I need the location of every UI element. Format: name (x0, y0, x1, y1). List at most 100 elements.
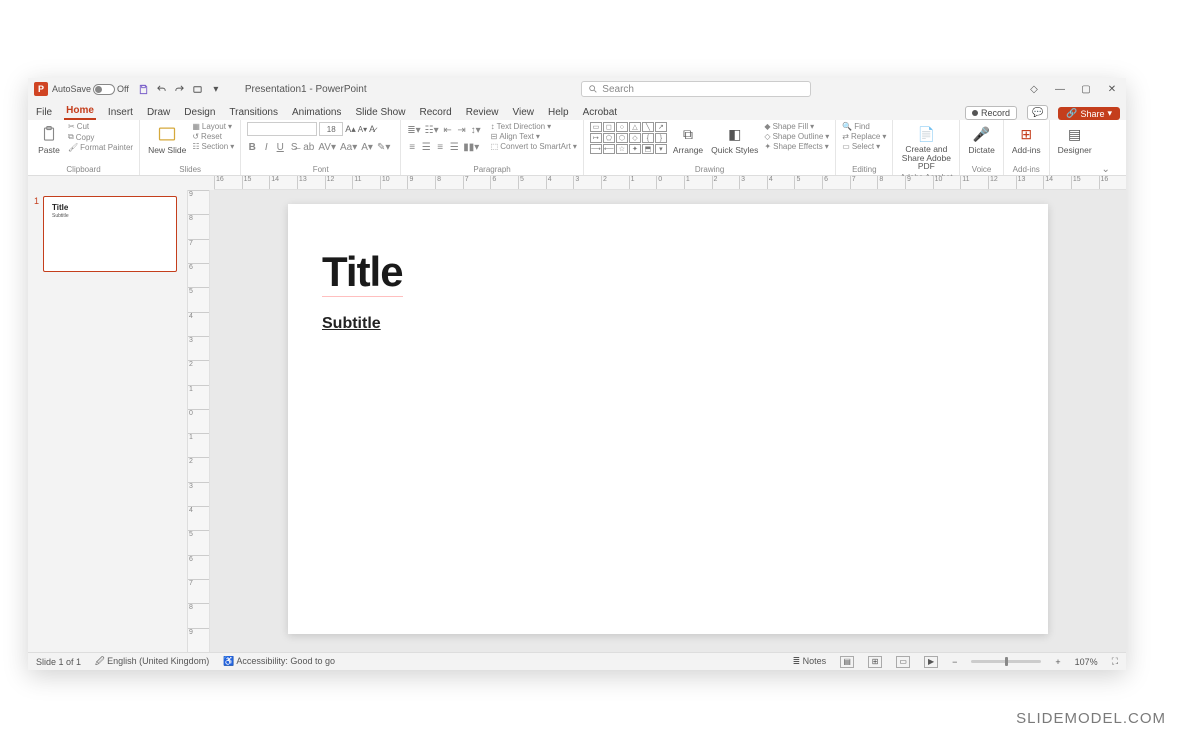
close-button[interactable]: ✕ (1104, 81, 1120, 97)
comments-button[interactable]: 💬 (1027, 105, 1048, 120)
numbering-button[interactable]: ☷▾ (425, 125, 439, 136)
copy-button[interactable]: ⧉ Copy (68, 132, 133, 142)
align-right-button[interactable]: ≡ (435, 142, 445, 153)
collapse-ribbon-button[interactable]: ⌄ (1100, 120, 1112, 175)
quick-styles-button[interactable]: ◧ Quick Styles (709, 122, 760, 157)
select-button[interactable]: ▭ Select ▾ (842, 142, 886, 151)
tab-draw[interactable]: Draw (145, 105, 172, 120)
slideshow-button[interactable]: ▶ (924, 656, 938, 668)
maximize-button[interactable]: ▢ (1078, 81, 1094, 97)
tab-help[interactable]: Help (546, 105, 571, 120)
search-input[interactable]: Search (581, 81, 811, 97)
convert-smartart-button[interactable]: ⬚ Convert to SmartArt ▾ (491, 142, 577, 151)
slide-sorter-button[interactable]: ⊞ (868, 656, 882, 668)
underline-button[interactable]: U (275, 142, 285, 153)
tab-design[interactable]: Design (182, 105, 217, 120)
replace-button[interactable]: ⇄ Replace ▾ (842, 132, 886, 141)
shapes-gallery[interactable]: ▭◻○△╲↗ ↦⬠⬡◇{} ⟶⟵☆✦⬒▾ (590, 122, 667, 154)
change-case-button[interactable]: Aa▾ (340, 142, 357, 153)
text-direction-button[interactable]: ↕ Text Direction ▾ (491, 122, 577, 131)
bullets-button[interactable]: ≣▾ (407, 125, 420, 136)
font-size-select[interactable]: 18 (319, 122, 343, 136)
autosave-toggle[interactable]: AutoSave Off (52, 84, 129, 95)
increase-indent-button[interactable]: ⇥ (457, 125, 467, 136)
tab-animations[interactable]: Animations (290, 105, 343, 120)
character-spacing-button[interactable]: AV▾ (318, 142, 336, 153)
justify-button[interactable]: ☰ (449, 142, 459, 153)
decrease-indent-button[interactable]: ⇤ (443, 125, 453, 136)
language-status[interactable]: 🖉 English (United Kingdom) (95, 654, 209, 670)
new-slide-button[interactable]: New Slide (146, 122, 188, 157)
fit-to-window-button[interactable]: ⛶ (1112, 656, 1118, 667)
qat-customize-button[interactable]: ▾ (209, 82, 223, 96)
record-button[interactable]: Record (965, 106, 1017, 120)
start-from-beginning-button[interactable] (191, 82, 205, 96)
font-color-button[interactable]: A▾ (361, 142, 373, 153)
tab-view[interactable]: View (511, 105, 537, 120)
clear-formatting-button[interactable]: A̷ (369, 124, 375, 134)
strikethrough-button[interactable]: S̶ (289, 142, 299, 153)
tab-file[interactable]: File (34, 105, 54, 120)
section-button[interactable]: ☷ Section ▾ (192, 142, 234, 151)
document-title: Presentation1 - PowerPoint (245, 84, 367, 95)
zoom-in-button[interactable]: + (1055, 657, 1060, 667)
slide-canvas-area[interactable]: Title Subtitle (210, 190, 1126, 652)
accessibility-status[interactable]: ♿ Accessibility: Good to go (223, 656, 335, 667)
toggle-switch-icon[interactable] (93, 84, 115, 95)
cut-button[interactable]: ✂ Cut (68, 122, 133, 131)
shape-outline-button[interactable]: ◇ Shape Outline ▾ (764, 132, 829, 141)
tab-record[interactable]: Record (417, 105, 453, 120)
notes-button[interactable]: ≣ Notes (793, 656, 827, 667)
slide-counter[interactable]: Slide 1 of 1 (36, 657, 81, 667)
arrange-button[interactable]: ⧉ Arrange (671, 122, 705, 157)
shape-fill-button[interactable]: ◆ Shape Fill ▾ (764, 122, 829, 131)
zoom-out-button[interactable]: − (952, 657, 957, 667)
shadow-button[interactable]: ab (303, 142, 314, 153)
align-text-button[interactable]: ⊟ Align Text ▾ (491, 132, 577, 141)
designer-button[interactable]: ▤ Designer (1056, 122, 1094, 157)
decrease-font-button[interactable]: A▾ (358, 125, 367, 134)
tab-acrobat[interactable]: Acrobat (581, 105, 619, 120)
paste-button[interactable]: Paste (34, 122, 64, 157)
slide-thumbnail[interactable]: Title Subtitle (43, 196, 177, 272)
align-left-button[interactable]: ≡ (407, 142, 417, 153)
create-pdf-button[interactable]: 📄 Create and Share Adobe PDF (899, 122, 953, 173)
tab-transitions[interactable]: Transitions (227, 105, 280, 120)
undo-button[interactable] (155, 82, 169, 96)
share-button[interactable]: 🔗 Share ▾ (1058, 107, 1120, 120)
shape-effects-button[interactable]: ✦ Shape Effects ▾ (764, 142, 829, 151)
minimize-button[interactable]: — (1052, 81, 1068, 97)
tab-review[interactable]: Review (464, 105, 501, 120)
dictate-button[interactable]: 🎤 Dictate (966, 122, 996, 157)
addins-button[interactable]: ⊞ Add-ins (1010, 122, 1043, 157)
tab-insert[interactable]: Insert (106, 105, 135, 120)
line-spacing-button[interactable]: ↕▾ (471, 125, 481, 136)
align-center-button[interactable]: ☰ (421, 142, 431, 153)
title-placeholder[interactable]: Title (322, 248, 403, 297)
record-dot-icon (972, 110, 978, 116)
slide[interactable]: Title Subtitle (288, 204, 1048, 634)
subtitle-placeholder[interactable]: Subtitle (322, 315, 1014, 333)
zoom-slider[interactable] (971, 660, 1041, 663)
highlight-button[interactable]: ✎▾ (377, 142, 390, 153)
diamond-icon[interactable]: ◇ (1026, 81, 1042, 97)
reading-view-button[interactable]: ▭ (896, 656, 910, 668)
columns-button[interactable]: ▮▮▾ (463, 142, 479, 153)
layout-button[interactable]: ▦ Layout ▾ (192, 122, 234, 131)
tab-home[interactable]: Home (64, 103, 96, 120)
increase-font-button[interactable]: A▴ (345, 124, 356, 135)
redo-button[interactable] (173, 82, 187, 96)
align-text-label: Align Text (499, 132, 534, 141)
normal-view-button[interactable]: ▤ (840, 656, 854, 668)
format-painter-button[interactable]: 🖌 Format Painter (68, 143, 133, 152)
tab-slide-show[interactable]: Slide Show (353, 105, 407, 120)
designer-icon: ▤ (1065, 124, 1085, 144)
zoom-level[interactable]: 107% (1075, 657, 1098, 667)
italic-button[interactable]: I (261, 142, 271, 153)
bold-button[interactable]: B (247, 142, 257, 153)
find-button[interactable]: 🔍 Find (842, 122, 886, 131)
group-font: 18 A▴ A▾ A̷ B I U S̶ ab AV▾ Aa▾ A▾ ✎▾ Fo (241, 120, 401, 175)
save-button[interactable] (137, 82, 151, 96)
reset-button[interactable]: ↺ Reset (192, 132, 234, 141)
font-family-select[interactable] (247, 122, 317, 136)
